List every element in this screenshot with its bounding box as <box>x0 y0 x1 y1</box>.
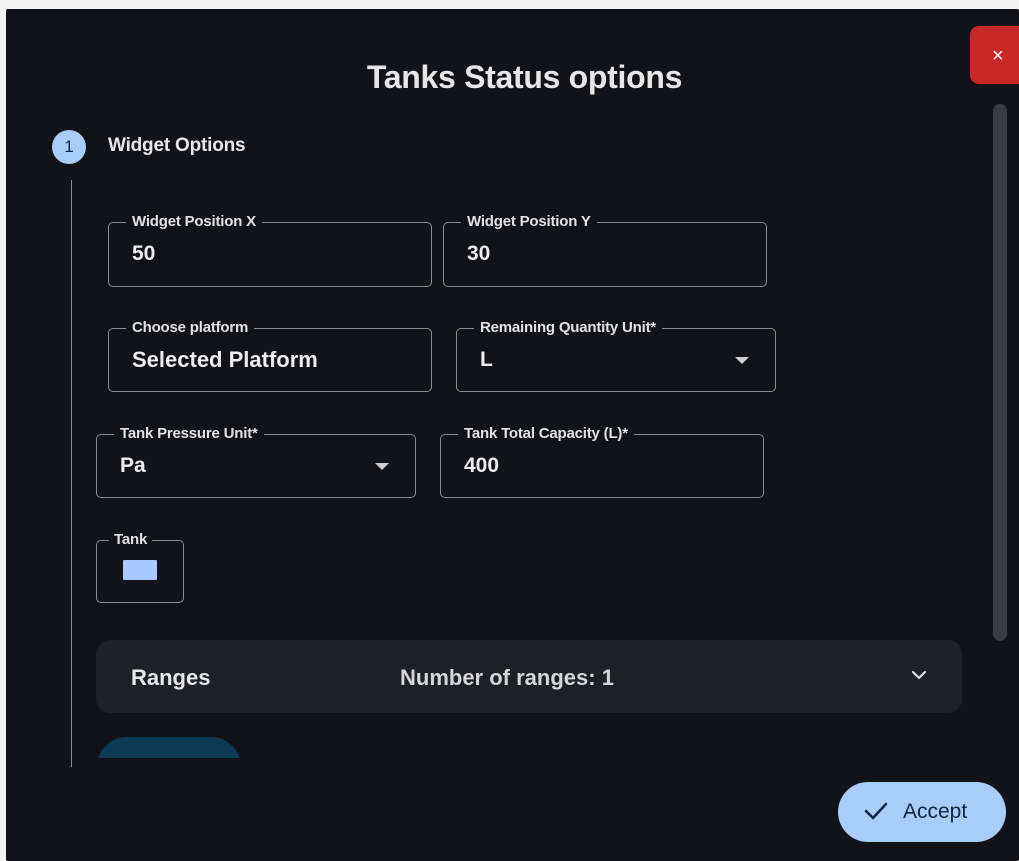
dialog-title: Tanks Status options <box>366 59 683 95</box>
tank-pressure-unit-label: Tank Pressure Unit* <box>114 425 264 442</box>
ranges-accordion[interactable]: Ranges Number of ranges: 1 <box>96 640 962 713</box>
choose-platform-field[interactable]: Choose platform <box>108 319 432 392</box>
widget-position-y-input[interactable] <box>467 242 693 266</box>
accept-button[interactable]: Accept <box>838 782 1006 842</box>
tank-pressure-unit-select[interactable]: Tank Pressure Unit* Pa <box>96 425 416 498</box>
widget-position-x-field[interactable]: Widget Position X <box>108 213 432 287</box>
accept-label: Accept <box>903 800 968 823</box>
dropdown-arrow-icon <box>735 357 749 364</box>
widget-position-x-input[interactable] <box>132 242 358 266</box>
ranges-title: Ranges <box>131 665 211 690</box>
step-label: Widget Options <box>108 135 246 156</box>
tank-color-swatch[interactable] <box>123 560 157 580</box>
tank-total-capacity-label: Tank Total Capacity (L)* <box>458 425 634 442</box>
check-icon <box>864 802 888 820</box>
dropdown-arrow-icon <box>375 463 389 470</box>
scrollbar[interactable] <box>993 104 1007 641</box>
chevron-down-icon <box>911 670 927 680</box>
tank-total-capacity-field[interactable]: Tank Total Capacity (L)* <box>440 425 764 498</box>
step-number-badge: 1 <box>52 130 86 164</box>
widget-position-x-label: Widget Position X <box>126 213 262 230</box>
tank-pressure-unit-value: Pa <box>120 454 146 477</box>
choose-platform-input[interactable] <box>132 347 358 373</box>
remaining-quantity-unit-select[interactable]: Remaining Quantity Unit* L <box>456 319 776 392</box>
tank-color-label: Tank <box>109 531 153 548</box>
tanks-status-dialog: × Tanks Status options 1 Widget Options … <box>6 9 1019 861</box>
remaining-quantity-unit-label: Remaining Quantity Unit* <box>474 319 663 336</box>
stepper-line <box>71 180 72 767</box>
add-range-button-partial[interactable] <box>97 737 241 758</box>
widget-position-y-label: Widget Position Y <box>461 213 597 230</box>
tank-color-picker[interactable]: Tank <box>96 531 184 603</box>
widget-position-y-field[interactable]: Widget Position Y <box>443 213 767 287</box>
choose-platform-label: Choose platform <box>126 319 255 336</box>
remaining-quantity-unit-value: L <box>480 348 493 371</box>
ranges-count: Number of ranges: 1 <box>400 665 614 690</box>
tank-total-capacity-input[interactable] <box>464 454 690 478</box>
